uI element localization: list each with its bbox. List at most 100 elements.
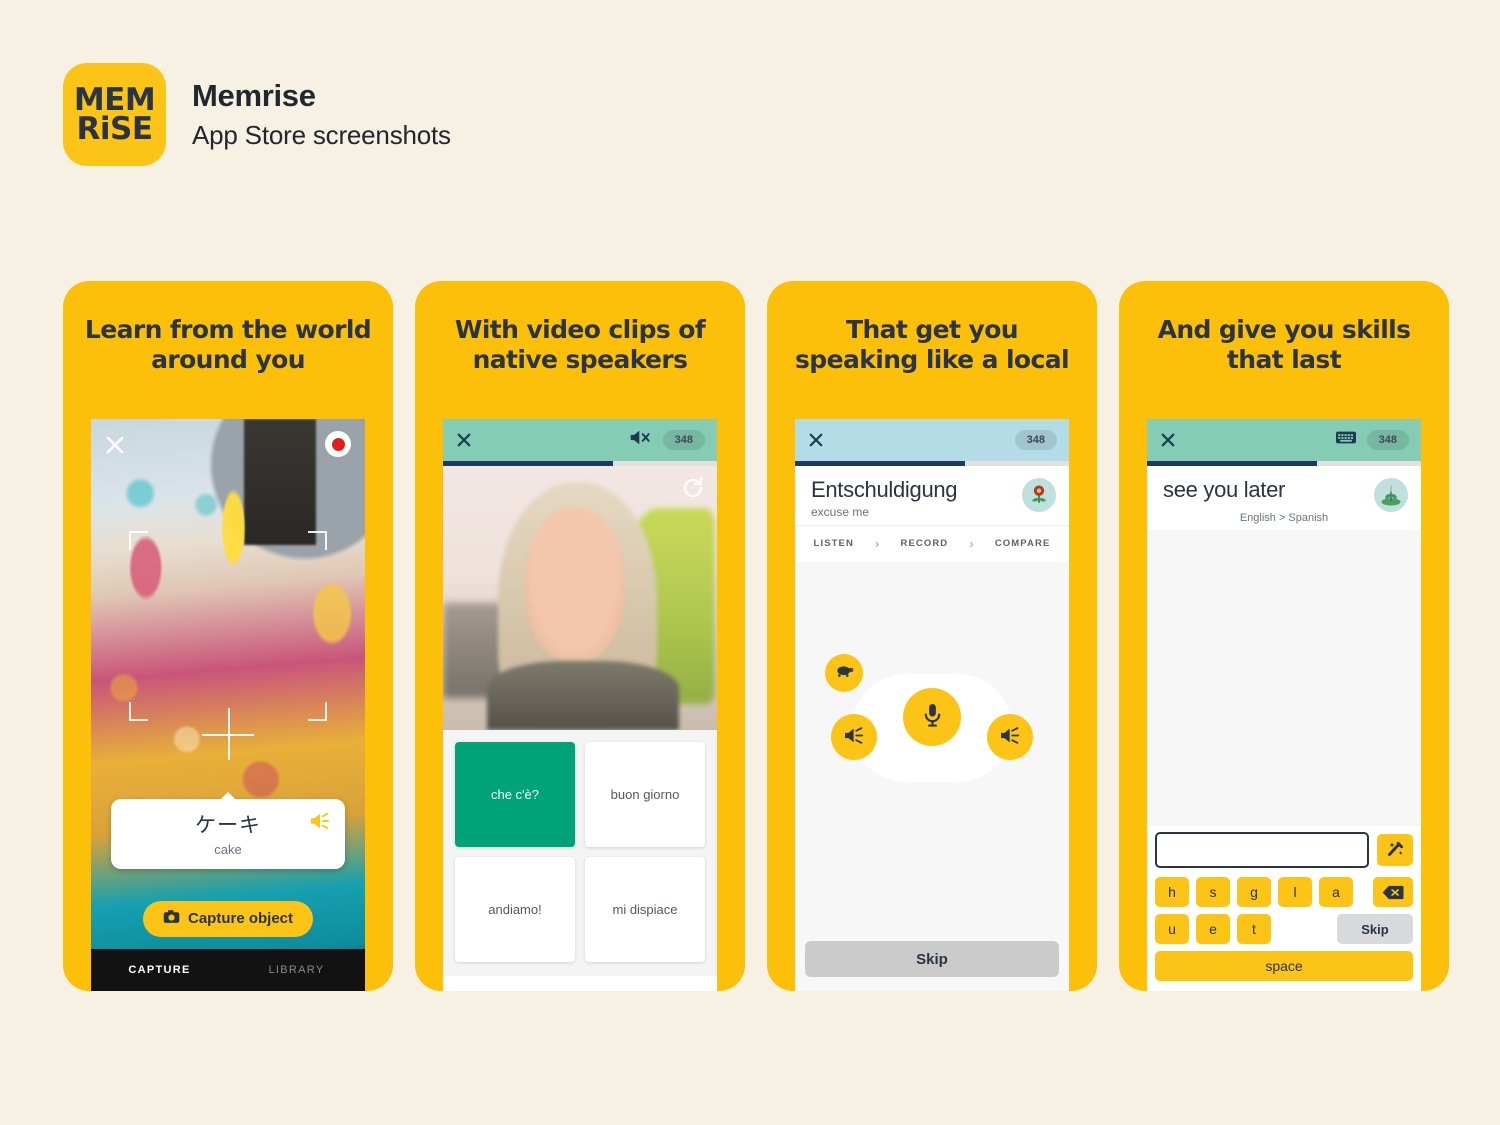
tab-capture[interactable]: CAPTURE xyxy=(91,964,228,976)
chevron-right-icon: › xyxy=(875,536,880,551)
speaker-muted-icon[interactable] xyxy=(629,428,653,452)
record-microphone-button[interactable] xyxy=(903,688,961,746)
memrise-logo: MEM RiSE xyxy=(63,63,166,166)
logo-line-2: RiSE xyxy=(76,110,154,147)
prompt-header: see you later English > Spanish xyxy=(1147,466,1421,530)
camera-tab-bar: CAPTURE LIBRARY xyxy=(91,949,365,991)
speaker-icon[interactable] xyxy=(309,811,331,831)
hint-button[interactable] xyxy=(1377,834,1413,866)
screenshot-panel-2: With video clips of native speakers 348 xyxy=(415,281,745,991)
step-compare[interactable]: COMPARE xyxy=(995,538,1051,549)
page-title: Memrise xyxy=(192,78,316,113)
native-speaker-video[interactable] xyxy=(443,466,717,730)
answer-input-row xyxy=(1155,832,1413,868)
close-icon[interactable] xyxy=(103,433,127,457)
focus-bracket-bottom-right xyxy=(308,702,327,721)
step-record[interactable]: RECORD xyxy=(901,538,949,549)
step-listen[interactable]: LISTEN xyxy=(814,538,854,549)
detected-word-term: ケーキ xyxy=(195,814,261,837)
keyboard-row-1: h s g l a xyxy=(1155,877,1413,907)
skip-button[interactable]: Skip xyxy=(1337,914,1413,944)
points-badge: 348 xyxy=(1014,430,1057,450)
focus-bracket-top-right xyxy=(308,531,327,550)
microphone-icon xyxy=(921,702,944,732)
panel-3-phone-frame: 348 Entschuldigung excuse me LISTEN › RE… xyxy=(795,419,1069,991)
panel-2-appbar: 348 xyxy=(443,419,717,461)
language-direction: English > Spanish xyxy=(1239,512,1329,524)
replay-icon[interactable] xyxy=(681,476,705,500)
panel-4-phone-frame: 348 see you later English > Spanish h s … xyxy=(1147,419,1421,991)
screenshot-gallery: Learn from the world around you ケーキ cake xyxy=(63,281,1449,991)
focus-bracket-top-left xyxy=(129,531,148,550)
speaker-icon xyxy=(843,726,866,748)
panel-2-headline: With video clips of native speakers xyxy=(454,315,706,374)
answer-input[interactable] xyxy=(1155,832,1369,868)
flower-icon xyxy=(1022,478,1056,512)
panel-3-content: Entschuldigung excuse me LISTEN › RECORD… xyxy=(795,466,1069,991)
play-left-button[interactable] xyxy=(831,714,877,760)
prompt-term: Entschuldigung xyxy=(811,477,958,502)
brand-text-block: Memrise App Store screenshots xyxy=(192,78,451,151)
page-subtitle: App Store screenshots xyxy=(192,120,451,150)
close-icon[interactable] xyxy=(807,431,825,449)
answer-options-grid: che c'è? buon giorno andiamo! mi dispiac… xyxy=(443,730,717,976)
speaking-controls-area xyxy=(795,562,1069,941)
backspace-icon[interactable] xyxy=(1373,877,1413,907)
screenshot-panel-3: That get you speaking like a local 348 E… xyxy=(767,281,1097,991)
answer-option-tile[interactable]: che c'è? xyxy=(455,742,575,847)
panel-1-phone-frame: ケーキ cake Capture object CAPTURE LIBRARY xyxy=(91,419,365,991)
key-g[interactable]: g xyxy=(1237,877,1271,907)
keyboard-icon[interactable] xyxy=(1335,430,1357,450)
close-icon[interactable] xyxy=(455,431,473,449)
tab-library[interactable]: LIBRARY xyxy=(228,964,365,976)
on-screen-keyboard: h s g l a u e t Skip space xyxy=(1147,826,1421,991)
turtle-icon xyxy=(835,664,854,682)
close-icon[interactable] xyxy=(1159,431,1177,449)
pronunciation-steps: LISTEN › RECORD › COMPARE xyxy=(795,525,1069,562)
key-l[interactable]: l xyxy=(1278,877,1312,907)
skip-button[interactable]: Skip xyxy=(805,941,1059,977)
brand-header: MEM RiSE Memrise App Store screenshots xyxy=(63,63,451,166)
chevron-right-icon: › xyxy=(969,536,974,551)
detected-word-translation: cake xyxy=(214,842,242,857)
video-speaker-torso xyxy=(486,661,679,730)
key-h[interactable]: h xyxy=(1155,877,1189,907)
magic-wand-icon xyxy=(1386,839,1405,861)
prompt-translation: excuse me xyxy=(811,505,870,519)
key-e[interactable]: e xyxy=(1196,914,1230,944)
record-dot-icon[interactable] xyxy=(325,431,351,457)
answer-option-tile[interactable]: mi dispiace xyxy=(585,857,705,962)
key-space[interactable]: space xyxy=(1155,951,1413,981)
answer-option-tile[interactable]: buon giorno xyxy=(585,742,705,847)
panel-4-content: see you later English > Spanish h s g l … xyxy=(1147,466,1421,991)
screenshot-panel-4: And give you skills that last 348 see yo… xyxy=(1119,281,1449,991)
panel-4-appbar: 348 xyxy=(1147,419,1421,461)
prompt-header: Entschuldigung excuse me xyxy=(795,466,1069,525)
camera-icon xyxy=(163,909,180,928)
panel-4-headline: And give you skills that last xyxy=(1157,315,1411,374)
keyboard-row-3: space xyxy=(1155,951,1413,981)
focus-crosshair-icon xyxy=(202,707,254,760)
key-a[interactable]: a xyxy=(1319,877,1353,907)
panel-1-headline: Learn from the world around you xyxy=(84,315,372,374)
capture-object-button[interactable]: Capture object xyxy=(142,901,314,937)
typing-answer-area xyxy=(1147,530,1421,826)
slow-playback-button[interactable] xyxy=(825,654,863,692)
points-badge: 348 xyxy=(662,430,705,450)
key-u[interactable]: u xyxy=(1155,914,1189,944)
key-s[interactable]: s xyxy=(1196,877,1230,907)
capture-object-label: Capture object xyxy=(187,910,294,927)
keyboard-row-2: u e t Skip xyxy=(1155,914,1413,944)
video-speaker-face xyxy=(525,508,624,662)
screenshot-panel-1: Learn from the world around you ケーキ cake xyxy=(63,281,393,991)
speaker-icon xyxy=(999,726,1022,748)
points-badge: 348 xyxy=(1366,430,1409,450)
panel-2-phone-frame: 348 che c'è? buon giorno andiamo! mi dis… xyxy=(443,419,717,991)
sprout-icon xyxy=(1374,478,1408,512)
prompt-term: see you later xyxy=(1163,477,1286,502)
key-t[interactable]: t xyxy=(1237,914,1271,944)
focus-bracket-bottom-left xyxy=(129,702,148,721)
play-right-button[interactable] xyxy=(987,714,1033,760)
panel-3-headline: That get you speaking like a local xyxy=(795,315,1070,374)
answer-option-tile[interactable]: andiamo! xyxy=(455,857,575,962)
